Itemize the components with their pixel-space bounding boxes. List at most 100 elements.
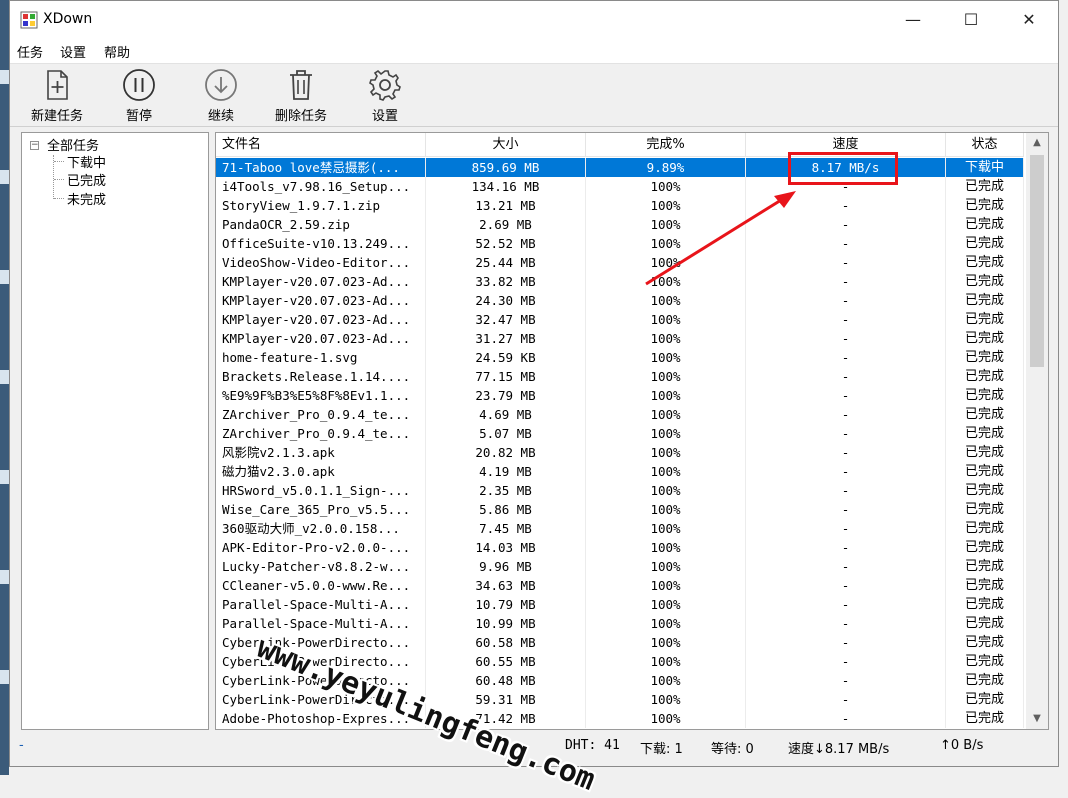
scroll-up-icon[interactable]: ▲ [1026,133,1048,153]
table-row[interactable]: Adobe-Photoshop-Expres... 71.42 MB 100% - 已完… [216,709,1024,728]
cell-status: 已完成 [946,671,1024,690]
menu-help[interactable]: 帮助 [104,42,130,61]
column-header-progress[interactable]: 完成% [586,133,746,157]
cell-progress: 100% [586,234,746,253]
cell-speed: - [746,234,946,253]
settings-label: 设置 [371,109,398,124]
table-row[interactable]: PandaOCR_2.59.zip 2.69 MB 100% - 已完成 [216,215,1024,234]
cell-progress: 100% [586,690,746,709]
menu-settings[interactable]: 设置 [60,42,86,61]
cell-size: 7.45 MB [426,519,586,538]
resume-button[interactable]: 继续 [192,66,250,124]
maximize-button[interactable]: ☐ [948,1,994,38]
cell-size: 33.82 MB [426,272,586,291]
table-row[interactable]: CyberLink-PowerDirecto... 60.58 MB 100% - 已完… [216,633,1024,652]
cell-size: 4.69 MB [426,405,586,424]
tree-item-incomplete[interactable]: 未完成 [67,189,106,208]
table-row[interactable]: KMPlayer-v20.07.023-Ad... 32.47 MB 100% - 已完… [216,310,1024,329]
cell-status: 已完成 [946,196,1024,215]
table-row[interactable]: Parallel-Space-Multi-A... 10.99 MB 100% - 已完… [216,614,1024,633]
cell-size: 31.27 MB [426,329,586,348]
delete-task-button[interactable]: 删除任务 [268,66,334,124]
cell-speed: - [746,443,946,462]
annotation-highlight-box [788,152,898,185]
minimize-button[interactable]: — [890,1,936,38]
column-header-size[interactable]: 大小 [426,133,586,157]
table-row[interactable]: 71-Taboo love禁忌摄影(... 859.69 MB 9.89% 8.17 … [216,158,1024,177]
cell-speed: - [746,215,946,234]
table-row[interactable]: ZArchiver_Pro_0.9.4_te... 4.69 MB 100% - 已完成 [216,405,1024,424]
new-task-label: 新建任务 [30,109,83,124]
tree-item-downloading[interactable]: 下载中 [67,152,106,171]
cell-status: 下载中 [946,158,1024,177]
column-header-name[interactable]: 文件名 [216,133,426,157]
cell-speed: - [746,291,946,310]
table-row[interactable]: 磁力猫v2.3.0.apk 4.19 MB 100% - 已完成 [216,462,1024,481]
scroll-down-icon[interactable]: ▼ [1026,709,1048,729]
cell-name: OfficeSuite-v10.13.249... [216,234,426,253]
cell-name: CyberLink-PowerDirecto... [216,633,426,652]
cell-speed: - [746,367,946,386]
status-speed: 速度↓8.17 MB/s [788,742,890,757]
cell-status: 已完成 [946,633,1024,652]
cell-progress: 100% [586,519,746,538]
table-row[interactable]: i4Tools_v7.98.16_Setup... 134.16 MB 100% - 已… [216,177,1024,196]
scroll-thumb[interactable] [1030,155,1044,367]
cell-name: 磁力猫v2.3.0.apk [216,462,426,481]
cell-name: Parallel-Space-Multi-A... [216,614,426,633]
cell-speed: - [746,614,946,633]
tree-item-completed[interactable]: 已完成 [67,170,106,189]
table-row[interactable]: KMPlayer-v20.07.023-Ad... 31.27 MB 100% - 已完… [216,329,1024,348]
cell-name: KMPlayer-v20.07.023-Ad... [216,329,426,348]
cell-speed: - [746,557,946,576]
table-row[interactable]: Wise_Care_365_Pro_v5.5... 5.86 MB 100% - 已完成 [216,500,1024,519]
table-row[interactable]: CCleaner-v5.0.0-www.Re... 34.63 MB 100% - 已完… [216,576,1024,595]
title-bar[interactable]: XDown — ☐ ✕ [10,1,1058,38]
cell-progress: 100% [586,633,746,652]
table-row[interactable]: VideoShow-Video-Editor... 25.44 MB 100% - 已完… [216,253,1024,272]
cell-name: HRSword_v5.0.1.1_Sign-... [216,481,426,500]
cell-status: 已完成 [946,576,1024,595]
cell-name: home-feature-1.svg [216,348,426,367]
cell-speed: - [746,405,946,424]
cell-progress: 100% [586,367,746,386]
table-row[interactable]: Lucky-Patcher-v8.8.2-w... 9.96 MB 100% - 已完成 [216,557,1024,576]
cell-size: 77.15 MB [426,367,586,386]
table-row[interactable]: HRSword_v5.0.1.1_Sign-... 2.35 MB 100% - 已完成 [216,481,1024,500]
cell-size: 34.63 MB [426,576,586,595]
cell-speed: - [746,576,946,595]
cell-progress: 100% [586,481,746,500]
table-row[interactable]: KMPlayer-v20.07.023-Ad... 24.30 MB 100% - 已完… [216,291,1024,310]
close-button[interactable]: ✕ [1006,1,1052,38]
settings-button[interactable]: 设置 [356,66,414,124]
cell-status: 已完成 [946,462,1024,481]
desktop-edge [0,0,9,775]
table-row[interactable]: KMPlayer-v20.07.023-Ad... 33.82 MB 100% - 已完… [216,272,1024,291]
table-row[interactable]: APK-Editor-Pro-v2.0.0-... 14.03 MB 100% - 已完… [216,538,1024,557]
table-row[interactable]: Brackets.Release.1.14.... 77.15 MB 100% - 已完… [216,367,1024,386]
cell-progress: 100% [586,443,746,462]
new-task-button[interactable]: 新建任务 [24,66,90,124]
cell-status: 已完成 [946,538,1024,557]
tree-guide [54,179,64,180]
cell-speed: - [746,462,946,481]
table-row[interactable]: %E9%9F%B3%E5%8F%8Ev1.1... 23.79 MB 100% - 已完… [216,386,1024,405]
cell-progress: 9.89% [586,158,746,177]
menu-task[interactable]: 任务 [17,42,43,61]
column-header-status[interactable]: 状态 [946,133,1024,157]
cell-speed: - [746,595,946,614]
table-row[interactable]: 360驱动大师_v2.0.0.158... 7.45 MB 100% - 已完成 [216,519,1024,538]
table-row[interactable]: 风影院v2.1.3.apk 20.82 MB 100% - 已完成 [216,443,1024,462]
table-row[interactable]: ZArchiver_Pro_0.9.4_te... 5.07 MB 100% - 已完成 [216,424,1024,443]
cell-progress: 100% [586,253,746,272]
table-row[interactable]: Parallel-Space-Multi-A... 10.79 MB 100% - 已完… [216,595,1024,614]
table-row[interactable]: home-feature-1.svg 24.59 KB 100% - 已完成 [216,348,1024,367]
cell-status: 已完成 [946,367,1024,386]
pause-button[interactable]: 暂停 [110,66,168,124]
collapse-icon[interactable]: − [30,141,39,150]
table-row[interactable]: StoryView_1.9.7.1.zip 13.21 MB 100% - 已完成 [216,196,1024,215]
cell-name: KMPlayer-v20.07.023-Ad... [216,272,426,291]
vertical-scrollbar[interactable]: ▲ ▼ [1026,133,1048,729]
table-row[interactable]: OfficeSuite-v10.13.249... 52.52 MB 100% - 已完… [216,234,1024,253]
cell-status: 已完成 [946,500,1024,519]
